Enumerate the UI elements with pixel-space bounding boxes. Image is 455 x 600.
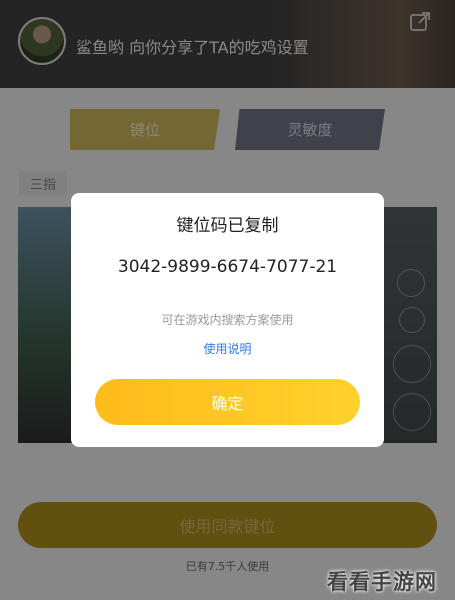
site-watermark: 看看手游网 (327, 570, 437, 594)
help-link[interactable]: 使用说明 (71, 340, 384, 357)
dialog-title: 键位码已复制 (176, 216, 279, 236)
dialog-hint: 可在游戏内搜索方案使用 (161, 313, 294, 327)
confirm-button[interactable]: 确定 (95, 379, 360, 425)
copy-code-dialog: 键位码已复制 3042-9899-6674-7077-21 可在游戏内搜索方案使… (71, 193, 384, 447)
layout-code: 3042-9899-6674-7077-21 (117, 257, 338, 277)
